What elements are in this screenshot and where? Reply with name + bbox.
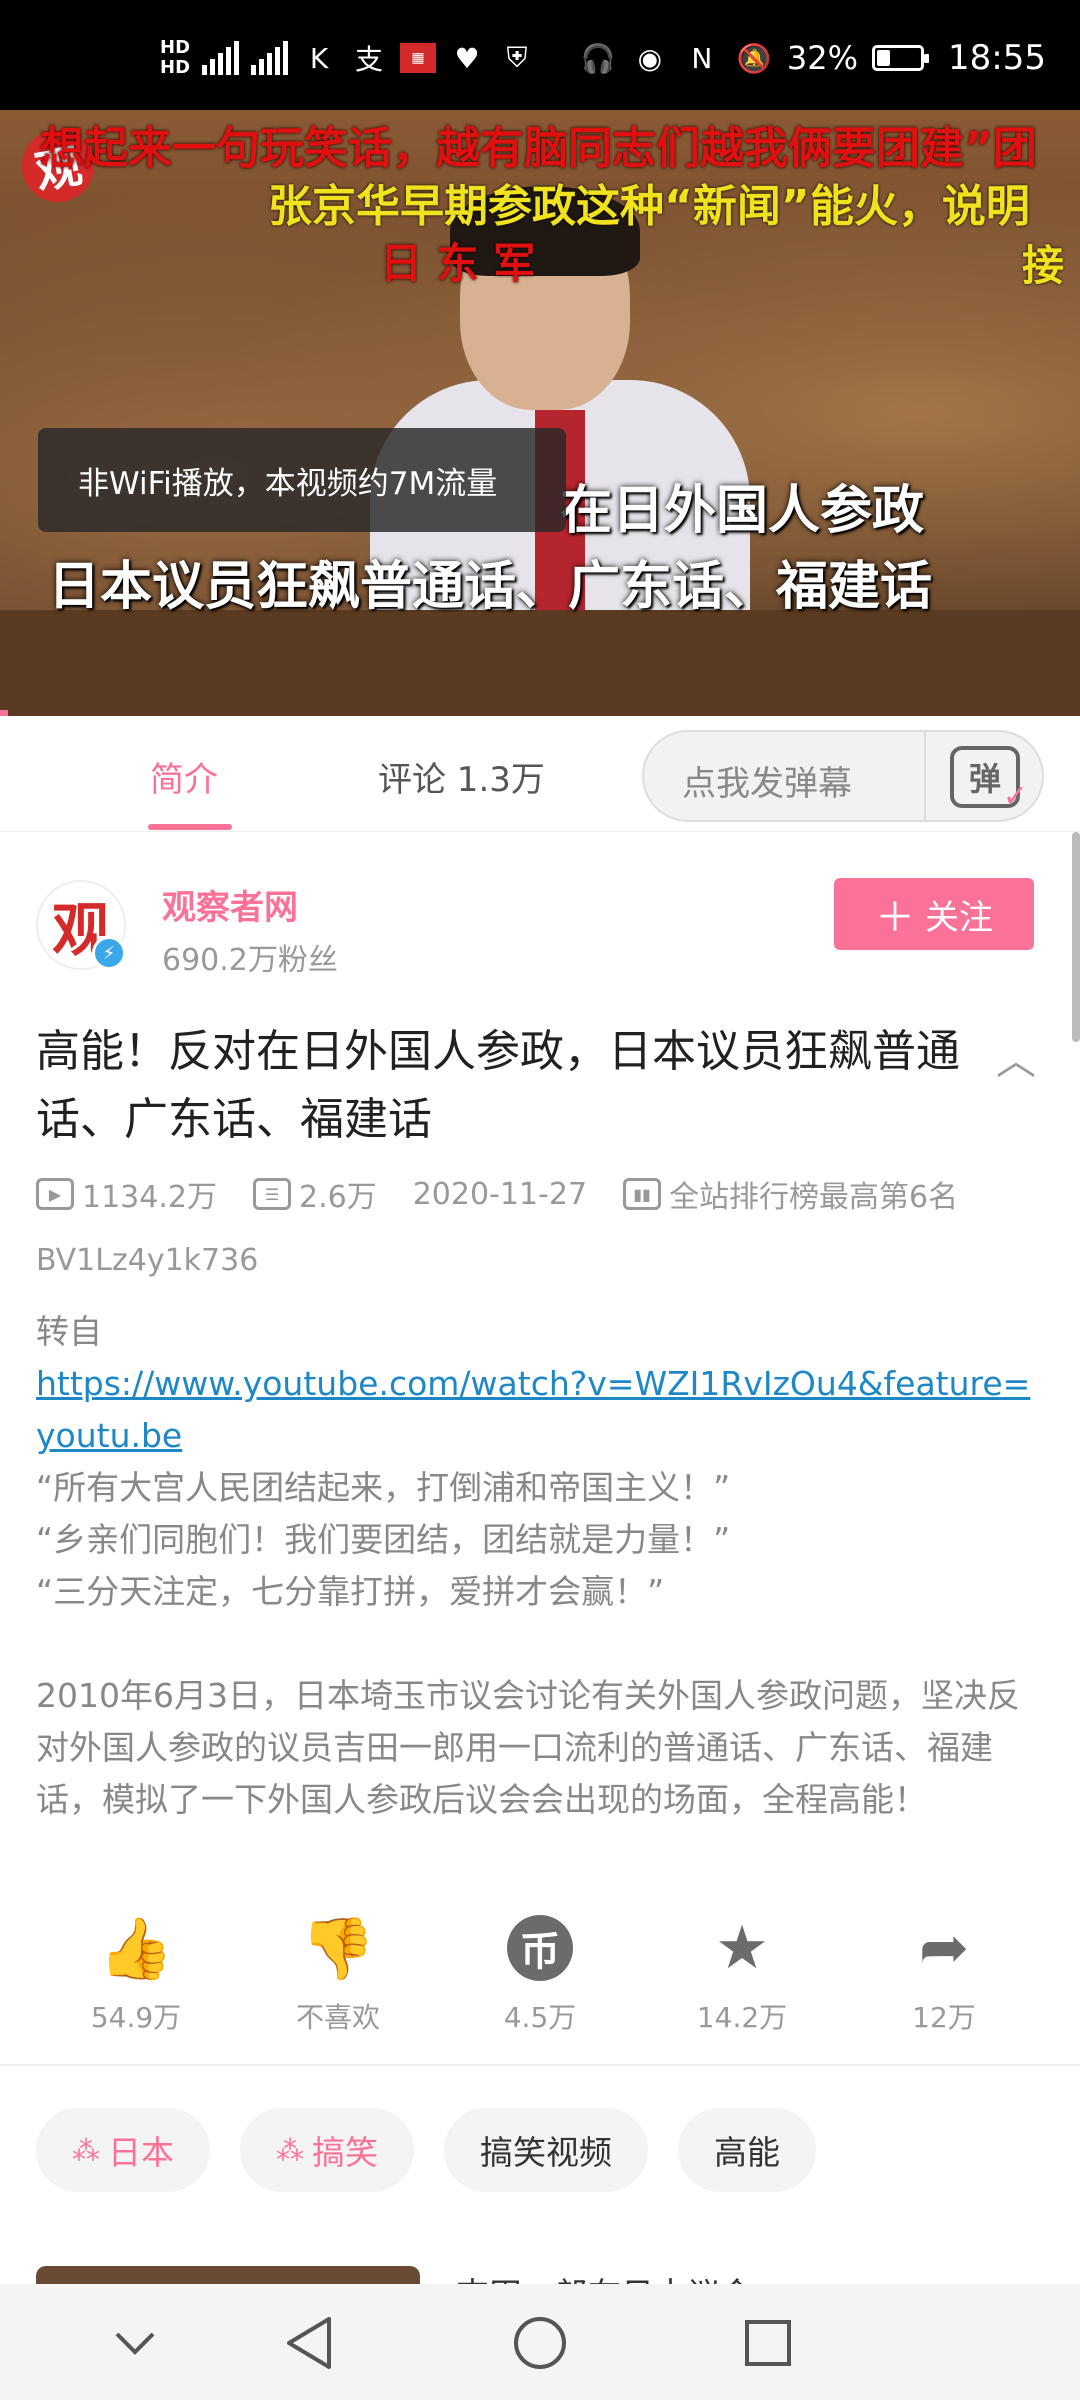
danmaku-placeholder: 点我发弹幕	[682, 764, 852, 804]
description-paragraph: 2010年6月3日，日本埼玉市议会讨论有关外国人参政问题，坚决反对外国人参政的议…	[36, 1676, 1020, 1819]
bvid[interactable]: BV1Lz4y1k736	[36, 1243, 258, 1278]
coin-count: 4.5万	[503, 2001, 577, 2034]
signal-icon-2	[251, 41, 289, 75]
danmaku-stat: ☰ 2.6万	[252, 1172, 377, 1216]
tab-comments[interactable]: 评论 1.3万	[378, 752, 545, 801]
share-count: 12万	[912, 2001, 976, 2034]
k-app-icon: K	[309, 41, 329, 75]
views-stat: ▶ 1134.2万	[36, 1172, 217, 1216]
play-icon: ▶	[36, 1178, 74, 1210]
star-icon: ★	[715, 1913, 769, 1983]
coin-button[interactable]: 币 4.5万	[460, 1910, 620, 2036]
clock: 18:55	[948, 38, 1046, 78]
tag-dots-icon: ⁂	[72, 2133, 100, 2167]
video-title: 高能！反对在日外国人参政，日本议员狂飙普通话、广东话、福建话	[36, 1026, 960, 1145]
quote-3: “三分天注定，七分靠打拼，爱拼才会赢！”	[36, 1572, 665, 1611]
hd-icon: HD HD	[160, 37, 191, 78]
nfc-icon: N	[691, 41, 713, 75]
video-subtitle-1: 在日外国人参政	[560, 481, 925, 541]
tag-label: 搞笑	[312, 2133, 378, 2172]
views-count: 1134.2万	[82, 1180, 217, 1215]
headset-icon: 🎧	[580, 41, 616, 75]
danmaku-count: 2.6万	[298, 1180, 377, 1215]
mute-icon: 🔕	[736, 41, 772, 75]
share-button[interactable]: ➦ 12万	[864, 1910, 1024, 2036]
back-triangle-icon[interactable]	[274, 2308, 344, 2378]
tag-label: 日本	[108, 2133, 174, 2172]
share-arrow-icon: ➦	[918, 1913, 970, 1983]
thumbs-up-icon: 👍	[98, 1913, 174, 1984]
danmaku-divider	[924, 732, 926, 820]
tag-chip[interactable]: ⁂ 搞笑	[240, 2108, 414, 2192]
uploader-name[interactable]: 观察者网	[162, 880, 298, 929]
danmaku-line-2: 张京华早期参政这种“新闻”能火，说明	[268, 181, 1030, 232]
tag-label: 高能	[714, 2133, 780, 2172]
tag-list: ⁂ 日本 ⁂ 搞笑 搞笑视频 高能	[36, 2108, 816, 2192]
uploader-fans: 690.2万粉丝	[162, 943, 338, 978]
favorite-count: 14.2万	[696, 2001, 788, 2034]
tag-chip[interactable]: 高能	[678, 2108, 816, 2192]
section-divider	[0, 2064, 1080, 2066]
status-bar: HD HD K 支 ▦ ♥ ⛨ 🎧 ◉ N 🔕 32% 18:55	[0, 0, 1080, 110]
publish-date: 2020-11-27	[412, 1176, 588, 1212]
video-meta: ▶ 1134.2万 ☰ 2.6万 2020-11-27 ▮▮ 全站排行榜最高第6…	[36, 1172, 958, 1216]
coin-icon: 币	[507, 1915, 573, 1981]
battery-icon	[872, 45, 930, 71]
favorite-button[interactable]: ★ 14.2万	[662, 1910, 822, 2036]
status-bar-left: HD HD K 支 ▦ ♥ ⛨	[160, 36, 536, 80]
source-link[interactable]: https://www.youtube.com/watch?v=WZI1RvIz…	[36, 1358, 1046, 1462]
danmaku-count-icon: ☰	[252, 1178, 291, 1210]
rank-stat[interactable]: ▮▮ 全站排行榜最高第6名	[623, 1172, 958, 1216]
danmaku-line-4: 接	[1022, 241, 1065, 290]
video-player[interactable]: 观 想起来一句玩笑话，越有脑同志们越我俩要团建”团 张京华早期参政这种“新闻”能…	[0, 110, 1080, 716]
tag-label: 搞笑视频	[480, 2133, 612, 2172]
recents-square-icon[interactable]	[733, 2308, 803, 2378]
shield-icon: ⛨	[506, 41, 528, 74]
home-circle-icon[interactable]	[505, 2308, 575, 2378]
chevron-up-icon[interactable]: ︿	[996, 1028, 1036, 1086]
alipay-icon: 支	[355, 43, 384, 76]
danmaku-line-1: 想起来一句玩笑话，越有脑同志们越我俩要团建”团	[40, 123, 1037, 174]
danmaku-line-3: 日 东 军	[380, 239, 536, 288]
scrollbar[interactable]	[1072, 832, 1080, 1042]
news-icon: ▦	[400, 43, 437, 73]
tag-chip[interactable]: 搞笑视频	[444, 2108, 648, 2192]
eye-icon: ◉	[637, 41, 663, 75]
quote-2: “乡亲们同胞们！我们要团结，团结就是力量！”	[36, 1520, 731, 1559]
data-usage-toast: 非WiFi播放，本视频约7M流量	[38, 428, 566, 532]
action-bar: 👍 54.9万 👎 不喜欢 币 4.5万 ★ 14.2万 ➦ 12万	[0, 1910, 1080, 2040]
plus-icon: ＋	[875, 895, 915, 941]
quote-1: “所有大宫人民团结起来，打倒浦和帝国主义！”	[36, 1468, 731, 1507]
rank-chart-icon: ▮▮	[623, 1178, 662, 1210]
tab-indicator	[148, 824, 232, 830]
battery-percent: 32%	[786, 39, 859, 77]
like-button[interactable]: 👍 54.9万	[56, 1910, 216, 2036]
danmaku-toggle-icon[interactable]: 弹	[950, 746, 1028, 814]
verified-badge-icon: ⚡	[92, 936, 126, 970]
tab-intro[interactable]: 简介	[150, 752, 218, 801]
follow-button[interactable]: ＋ 关注	[834, 878, 1034, 950]
follow-label: 关注	[925, 897, 993, 938]
tag-chip[interactable]: ⁂ 日本	[36, 2108, 210, 2192]
status-bar-right: 🎧 ◉ N 🔕 32% 18:55	[579, 36, 1046, 80]
danmaku-input[interactable]: 点我发弹幕 弹	[642, 730, 1044, 822]
video-frame-desk	[0, 610, 1080, 716]
video-subtitle-2: 日本议员狂飙普通话、广东话、福建话	[48, 557, 933, 617]
dislike-button[interactable]: 👎 不喜欢	[258, 1910, 418, 2036]
system-nav-bar	[0, 2284, 1080, 2400]
like-count: 54.9万	[90, 2001, 182, 2034]
rank-text: 全站排行榜最高第6名	[669, 1180, 959, 1215]
dislike-label: 不喜欢	[295, 2001, 380, 2034]
tag-dots-icon: ⁂	[276, 2133, 304, 2167]
chevron-down-icon[interactable]	[100, 2308, 170, 2378]
repost-label: 转自	[36, 1312, 102, 1351]
health-icon: ♥	[454, 41, 480, 75]
signal-icon	[202, 41, 240, 75]
video-description: 转自 https://www.youtube.com/watch?v=WZI1R…	[36, 1306, 1046, 1826]
thumbs-down-icon: 👎	[300, 1913, 376, 1984]
recommendation-thumbnail[interactable]	[36, 2266, 420, 2286]
